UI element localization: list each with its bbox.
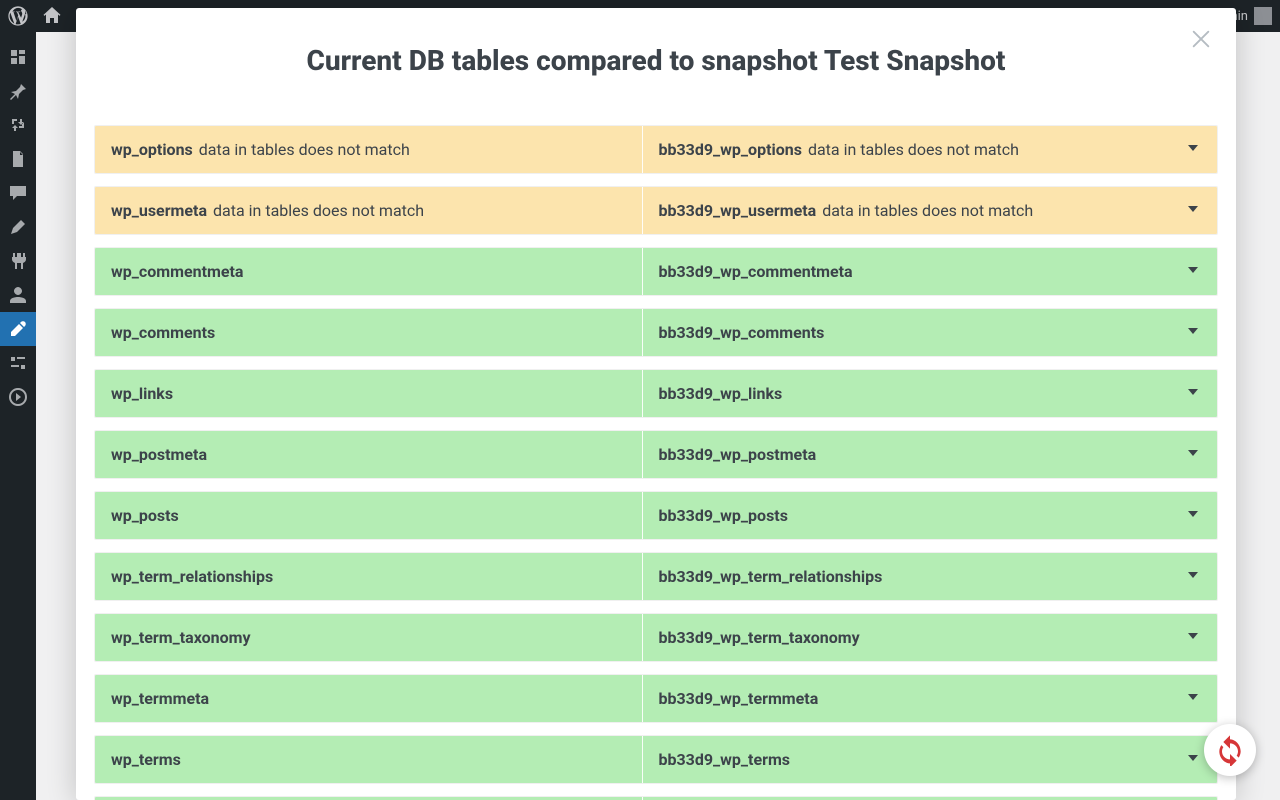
- chevron-down-icon[interactable]: [1183, 260, 1203, 284]
- table-name: bb33d9_wp_usermeta: [659, 201, 817, 220]
- chevron-down-icon[interactable]: [1183, 321, 1203, 345]
- table-name: bb33d9_wp_posts: [659, 506, 788, 525]
- compare-cell-right: bb33d9_wp_term_relationships: [643, 553, 1218, 600]
- compare-cell-right: bb33d9_wp_terms: [643, 736, 1218, 783]
- table-name: wp_comments: [111, 323, 215, 342]
- compare-cell-right: bb33d9_wp_options data in tables does no…: [643, 126, 1218, 173]
- compare-row[interactable]: wp_options data in tables does not match…: [94, 125, 1218, 174]
- sidebar-item-pin[interactable]: [0, 74, 36, 108]
- compare-cell-right: bb33d9_wp_postmeta: [643, 431, 1218, 478]
- compare-cell-right: bb33d9_wp_usermeta data in tables does n…: [643, 187, 1218, 234]
- compare-row[interactable]: wp_posts bb33d9_wp_posts: [94, 491, 1218, 540]
- compare-row[interactable]: wp_terms bb33d9_wp_terms: [94, 735, 1218, 784]
- compare-cell-left: wp_commentmeta: [95, 248, 643, 295]
- compare-cell-left: wp_terms: [95, 736, 643, 783]
- compare-rows: wp_options data in tables does not match…: [76, 125, 1236, 800]
- wordpress-logo-icon[interactable]: [8, 6, 28, 26]
- sidebar-item-collapse[interactable]: [0, 380, 36, 414]
- sidebar-item-settings[interactable]: [0, 346, 36, 380]
- compare-cell-right: bb33d9_wp_posts: [643, 492, 1218, 539]
- compare-cell-left: wp_termmeta: [95, 675, 643, 722]
- table-name: bb33d9_wp_term_taxonomy: [659, 628, 860, 647]
- chevron-down-icon[interactable]: [1183, 138, 1203, 162]
- compare-cell-right: bb33d9_wp_commentmeta: [643, 248, 1218, 295]
- compare-row[interactable]: wp_usersbb33d9_wp_users: [94, 796, 1218, 800]
- table-name: bb33d9_wp_postmeta: [659, 445, 817, 464]
- table-name: bb33d9_wp_terms: [659, 750, 791, 769]
- admin-sidebar: [0, 32, 36, 800]
- sidebar-item-comments[interactable]: [0, 176, 36, 210]
- compare-cell-right: bb33d9_wp_comments: [643, 309, 1218, 356]
- table-status: data in tables does not match: [213, 201, 424, 220]
- compare-cell-left: wp_comments: [95, 309, 643, 356]
- modal-title: Current DB tables compared to snapshot T…: [76, 44, 1236, 77]
- compare-cell-left: wp_term_relationships: [95, 553, 643, 600]
- table-name: wp_usermeta: [111, 201, 207, 220]
- chevron-down-icon[interactable]: [1183, 443, 1203, 467]
- sidebar-item-plugins[interactable]: [0, 244, 36, 278]
- table-name: wp_term_taxonomy: [111, 628, 251, 647]
- compare-row[interactable]: wp_postmeta bb33d9_wp_postmeta: [94, 430, 1218, 479]
- table-name: bb33d9_wp_term_relationships: [659, 567, 883, 586]
- compare-row[interactable]: wp_commentmeta bb33d9_wp_commentmeta: [94, 247, 1218, 296]
- compare-row[interactable]: wp_links bb33d9_wp_links: [94, 369, 1218, 418]
- compare-cell-left: wp_options data in tables does not match: [95, 126, 643, 173]
- compare-cell-left: wp_links: [95, 370, 643, 417]
- table-status: data in tables does not match: [199, 140, 410, 159]
- chevron-down-icon[interactable]: [1183, 748, 1203, 772]
- sidebar-item-migrate[interactable]: [0, 108, 36, 142]
- compare-cell-left: wp_posts: [95, 492, 643, 539]
- sidebar-item-users[interactable]: [0, 278, 36, 312]
- chevron-down-icon[interactable]: [1183, 626, 1203, 650]
- table-name: wp_terms: [111, 750, 181, 769]
- table-name: wp_term_relationships: [111, 567, 273, 586]
- table-name: wp_links: [111, 384, 173, 403]
- table-name: bb33d9_wp_comments: [659, 323, 825, 342]
- chevron-down-icon[interactable]: [1183, 504, 1203, 528]
- compare-cell-left: wp_postmeta: [95, 431, 643, 478]
- compare-row[interactable]: wp_termmeta bb33d9_wp_termmeta: [94, 674, 1218, 723]
- table-name: wp_options: [111, 140, 193, 159]
- compare-cell-right: bb33d9_wp_termmeta: [643, 675, 1218, 722]
- compare-cell-right: bb33d9_wp_term_taxonomy: [643, 614, 1218, 661]
- table-name: wp_posts: [111, 506, 179, 525]
- chevron-down-icon[interactable]: [1183, 199, 1203, 223]
- refresh-fab[interactable]: [1204, 724, 1256, 776]
- sidebar-item-appearance[interactable]: [0, 210, 36, 244]
- chevron-down-icon[interactable]: [1183, 565, 1203, 589]
- compare-row[interactable]: wp_term_relationships bb33d9_wp_term_rela…: [94, 552, 1218, 601]
- table-name: bb33d9_wp_links: [659, 384, 783, 403]
- close-icon[interactable]: [1190, 28, 1212, 54]
- compare-cell-left: wp_usermeta data in tables does not matc…: [95, 187, 643, 234]
- table-status: data in tables does not match: [822, 201, 1033, 220]
- table-name: bb33d9_wp_termmeta: [659, 689, 819, 708]
- home-icon[interactable]: [42, 6, 62, 26]
- chevron-down-icon[interactable]: [1183, 382, 1203, 406]
- avatar[interactable]: [1254, 7, 1272, 25]
- compare-row[interactable]: wp_term_taxonomy bb33d9_wp_term_taxonomy: [94, 613, 1218, 662]
- table-name: wp_commentmeta: [111, 262, 243, 281]
- table-name: wp_postmeta: [111, 445, 207, 464]
- table-name: bb33d9_wp_commentmeta: [659, 262, 853, 281]
- table-name: bb33d9_wp_options: [659, 140, 802, 159]
- table-name: wp_termmeta: [111, 689, 209, 708]
- chevron-down-icon[interactable]: [1183, 687, 1203, 711]
- sidebar-item-pages[interactable]: [0, 142, 36, 176]
- compare-row[interactable]: wp_comments bb33d9_wp_comments: [94, 308, 1218, 357]
- table-status: data in tables does not match: [808, 140, 1019, 159]
- compare-cell-right: bb33d9_wp_links: [643, 370, 1218, 417]
- compare-cell-left: wp_term_taxonomy: [95, 614, 643, 661]
- sidebar-item-tools[interactable]: [0, 312, 36, 346]
- compare-row[interactable]: wp_usermeta data in tables does not matc…: [94, 186, 1218, 235]
- compare-modal: Current DB tables compared to snapshot T…: [76, 8, 1236, 800]
- sidebar-item-dashboard[interactable]: [0, 40, 36, 74]
